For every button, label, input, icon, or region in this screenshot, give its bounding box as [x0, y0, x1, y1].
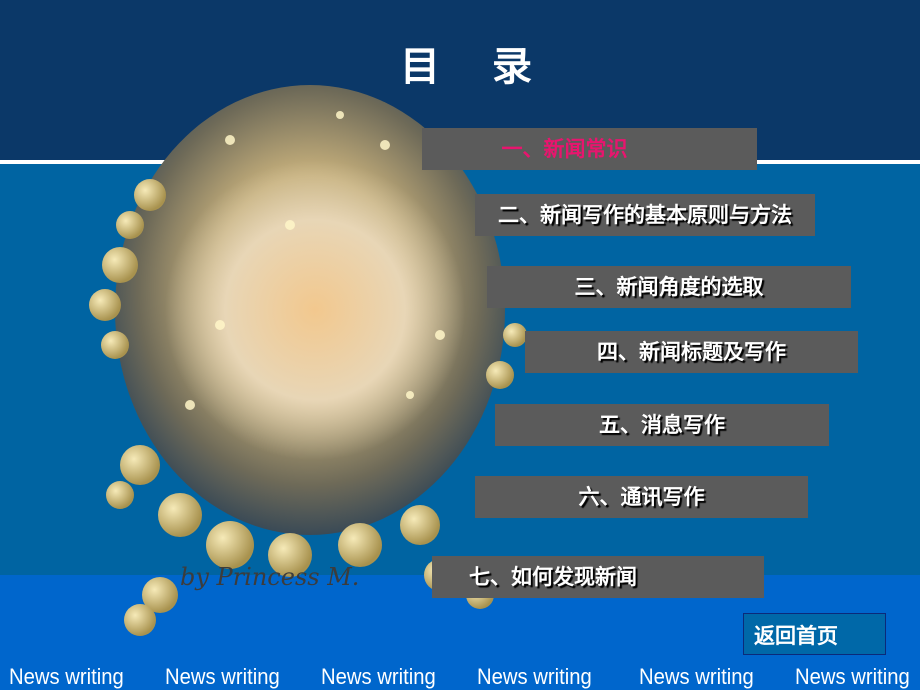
footer-text: News writing — [795, 664, 910, 689]
footer-text: News writing — [321, 664, 436, 689]
menu-item-writing-principles[interactable]: 二、新闻写作的基本原则与方法 — [475, 194, 815, 236]
menu-item-finding-news[interactable]: 七、如何发现新闻 — [432, 556, 764, 598]
back-home-button[interactable]: 返回首页 — [743, 613, 886, 655]
menu-item-news-angle[interactable]: 三、新闻角度的选取 — [487, 266, 851, 308]
menu-item-news-report[interactable]: 五、消息写作 — [495, 404, 829, 446]
menu-item-headlines[interactable]: 四、新闻标题及写作 — [525, 331, 858, 373]
artwork-signature: by Princess M. — [180, 563, 359, 591]
menu-item-news-basics[interactable]: 一、新闻常识 — [422, 128, 757, 170]
footer-text: News writing — [477, 664, 592, 689]
footer-text: News writing — [9, 664, 124, 689]
footer-text: News writing — [639, 664, 754, 689]
footer-text: News writing — [165, 664, 280, 689]
menu-item-feature-writing[interactable]: 六、通讯写作 — [475, 476, 808, 518]
page-title: 目录 — [400, 44, 584, 90]
